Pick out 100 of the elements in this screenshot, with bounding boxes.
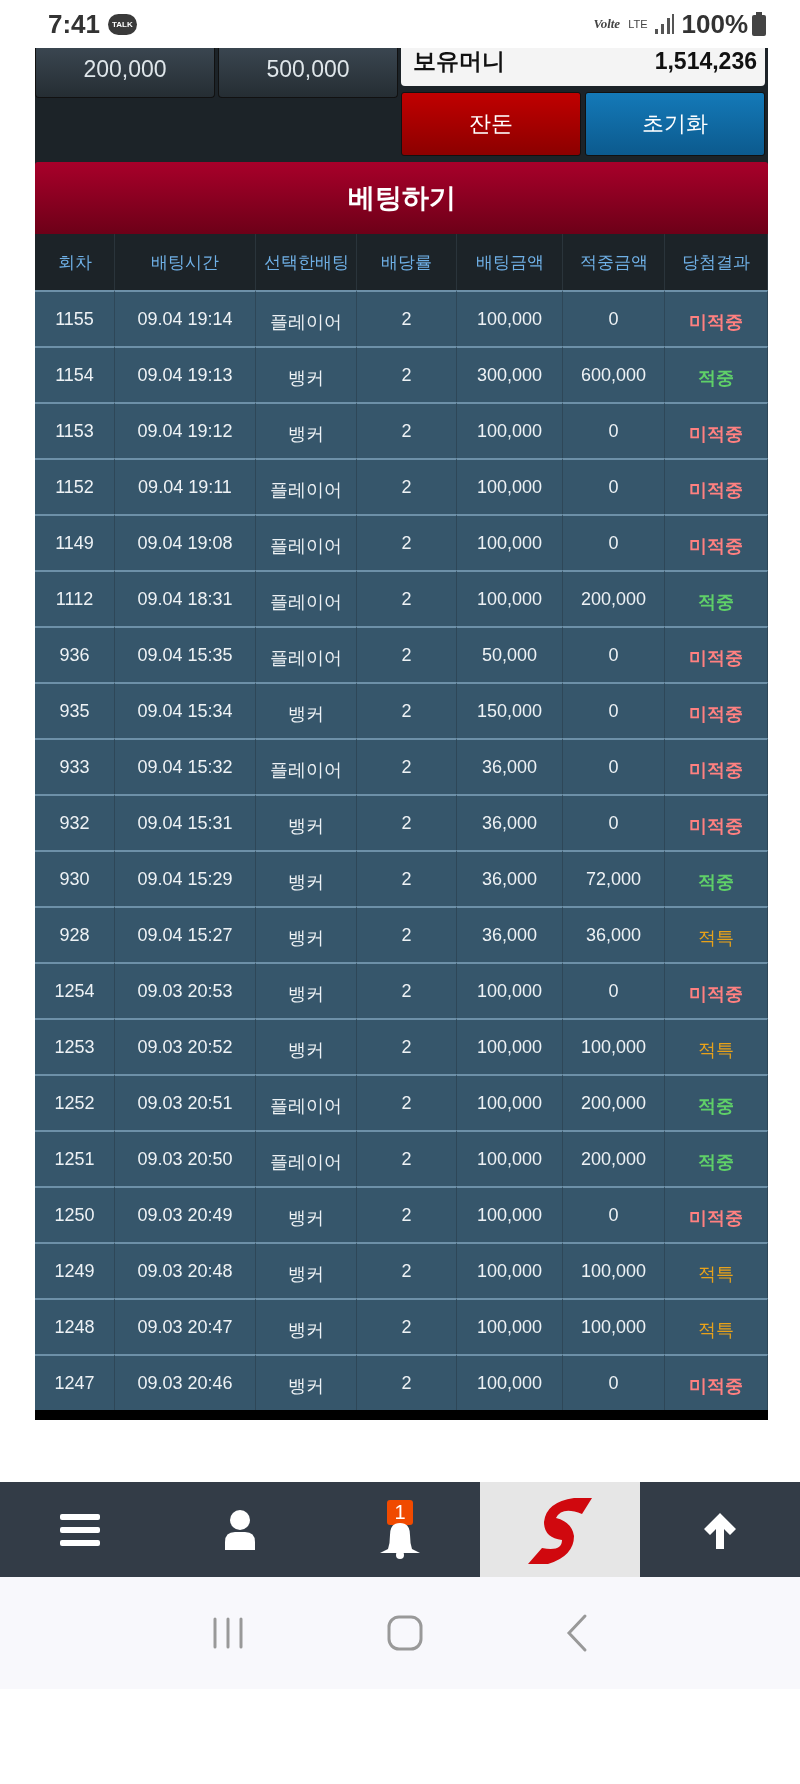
table-cell: 뱅커 (256, 402, 357, 458)
table-cell: 0 (563, 794, 665, 850)
result-cell: 적중 (665, 850, 768, 906)
table-cell: 2 (357, 626, 457, 682)
table-cell: 09.04 19:12 (115, 402, 256, 458)
table-cell: 72,000 (563, 850, 665, 906)
table-cell: 100,000 (457, 1018, 563, 1074)
table-cell: 2 (357, 962, 457, 1018)
notification-badge: 1 (387, 1500, 413, 1525)
table-cell: 09.03 20:52 (115, 1018, 256, 1074)
result-cell: 적중 (665, 570, 768, 626)
table-cell: 플레이어 (256, 290, 357, 346)
table-cell: 932 (35, 794, 115, 850)
table-cell: 36,000 (457, 906, 563, 962)
table-cell: 1155 (35, 290, 115, 346)
table-cell: 100,000 (563, 1242, 665, 1298)
result-cell: 적중 (665, 346, 768, 402)
result-cell: 미적중 (665, 738, 768, 794)
table-cell: 36,000 (563, 906, 665, 962)
table-cell: 1254 (35, 962, 115, 1018)
table-cell: 2 (357, 850, 457, 906)
table-cell: 100,000 (457, 1074, 563, 1130)
table-cell: 뱅커 (256, 850, 357, 906)
table-cell: 플레이어 (256, 1130, 357, 1186)
change-button[interactable]: 잔돈 (401, 92, 581, 156)
table-cell: 1247 (35, 1354, 115, 1410)
table-cell: 935 (35, 682, 115, 738)
table-cell: 1252 (35, 1074, 115, 1130)
table-cell: 플레이어 (256, 514, 357, 570)
signal-icon (653, 13, 674, 35)
table-cell: 뱅커 (256, 1186, 357, 1242)
table-cell: 09.03 20:53 (115, 962, 256, 1018)
table-cell: 09.03 20:50 (115, 1130, 256, 1186)
table-cell: 2 (357, 794, 457, 850)
table-cell: 플레이어 (256, 570, 357, 626)
result-cell: 미적중 (665, 962, 768, 1018)
table-cell: 1152 (35, 458, 115, 514)
table-cell: 100,000 (457, 402, 563, 458)
clock-time: 7:41 (48, 8, 101, 40)
table-cell: 09.03 20:48 (115, 1242, 256, 1298)
table-cell: 플레이어 (256, 458, 357, 514)
balance-label: 보유머니 (413, 48, 505, 76)
table-cell: 0 (563, 738, 665, 794)
table-cell: 100,000 (457, 1354, 563, 1410)
amount-button[interactable]: 500,000 (218, 48, 398, 98)
table-cell: 936 (35, 626, 115, 682)
table-cell: 플레이어 (256, 738, 357, 794)
table-cell: 뱅커 (256, 794, 357, 850)
result-cell: 적특 (665, 1018, 768, 1074)
table-cell: 2 (357, 906, 457, 962)
table-cell: 0 (563, 402, 665, 458)
table-cell: 100,000 (457, 1298, 563, 1354)
table-cell: 09.04 19:08 (115, 514, 256, 570)
table-cell: 2 (357, 290, 457, 346)
menu-icon[interactable] (60, 1511, 100, 1548)
table-cell: 200,000 (563, 570, 665, 626)
table-cell: 09.04 15:35 (115, 626, 256, 682)
table-cell: 09.04 15:34 (115, 682, 256, 738)
table-cell: 1249 (35, 1242, 115, 1298)
user-icon[interactable] (223, 1509, 257, 1550)
table-cell: 뱅커 (256, 962, 357, 1018)
table-cell: 2 (357, 346, 457, 402)
place-bet-button[interactable]: 베팅하기 (35, 162, 768, 234)
table-cell: 100,000 (457, 1242, 563, 1298)
table-cell: 09.03 20:46 (115, 1354, 256, 1410)
table-cell: 뱅커 (256, 1354, 357, 1410)
amount-button[interactable]: 200,000 (35, 48, 215, 98)
table-cell: 2 (357, 458, 457, 514)
result-cell: 미적중 (665, 1354, 768, 1410)
table-cell: 36,000 (457, 794, 563, 850)
table-cell: 09.03 20:49 (115, 1186, 256, 1242)
table-cell: 933 (35, 738, 115, 794)
result-cell: 적중 (665, 1130, 768, 1186)
table-cell: 928 (35, 906, 115, 962)
result-cell: 미적중 (665, 1186, 768, 1242)
table-cell: 100,000 (457, 570, 563, 626)
table-cell: 2 (357, 1298, 457, 1354)
table-cell: 09.04 15:31 (115, 794, 256, 850)
table-cell: 09.04 15:32 (115, 738, 256, 794)
table-cell: 09.04 19:13 (115, 346, 256, 402)
table-cell: 2 (357, 1354, 457, 1410)
table-cell: 36,000 (457, 850, 563, 906)
table-cell: 2 (357, 1242, 457, 1298)
table-cell: 1253 (35, 1018, 115, 1074)
reset-button[interactable]: 초기화 (585, 92, 765, 156)
table-cell: 100,000 (457, 290, 563, 346)
table-cell: 1112 (35, 570, 115, 626)
table-cell: 1153 (35, 402, 115, 458)
result-cell: 미적중 (665, 514, 768, 570)
table-cell: 0 (563, 962, 665, 1018)
table-cell: 100,000 (563, 1298, 665, 1354)
home-icon[interactable] (386, 1614, 424, 1652)
table-cell: 100,000 (457, 458, 563, 514)
table-cell: 뱅커 (256, 1242, 357, 1298)
table-cell: 0 (563, 514, 665, 570)
result-cell: 적특 (665, 1242, 768, 1298)
result-cell: 적특 (665, 906, 768, 962)
result-cell: 미적중 (665, 626, 768, 682)
table-cell: 0 (563, 682, 665, 738)
bell-icon[interactable] (378, 1523, 422, 1559)
